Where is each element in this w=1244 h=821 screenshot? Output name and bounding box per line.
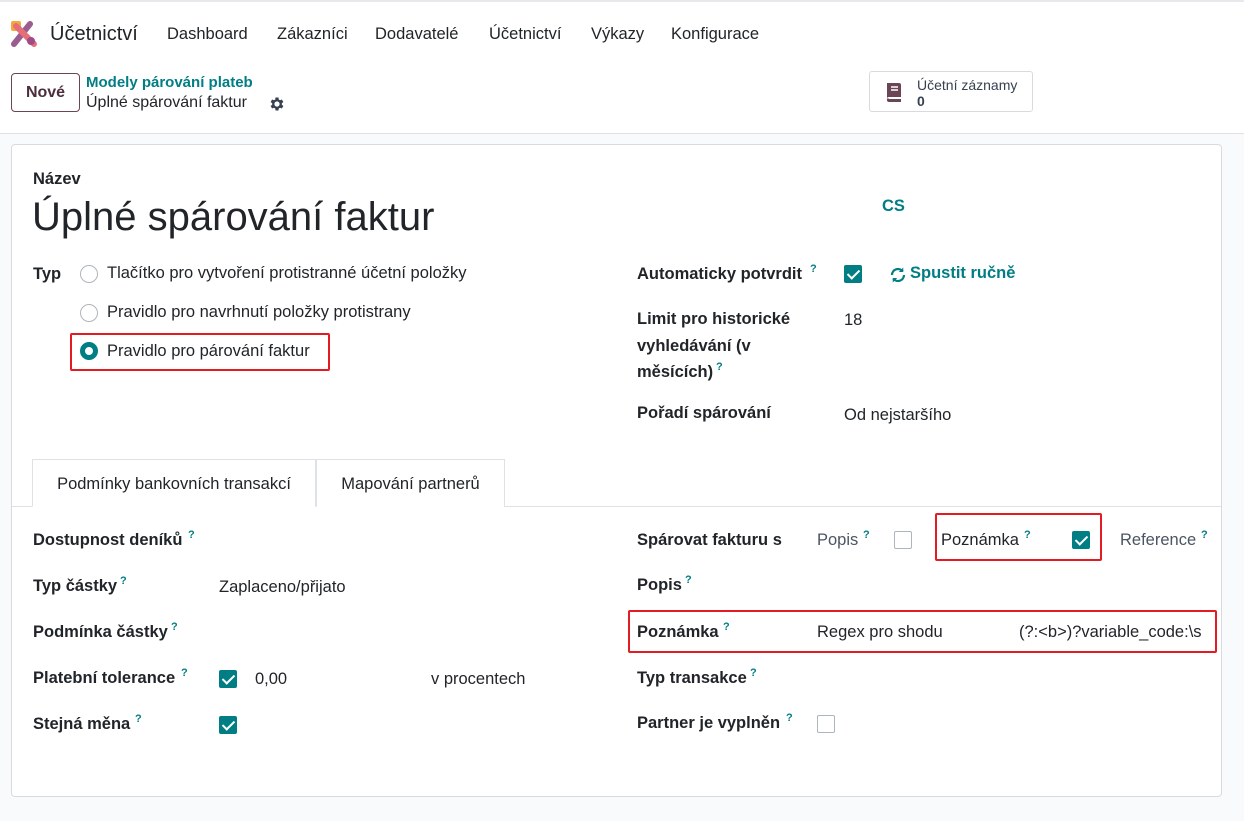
gear-icon[interactable]	[268, 95, 286, 113]
help-tooltip[interactable]: ?	[135, 713, 142, 725]
help-tooltip[interactable]: ?	[685, 574, 692, 586]
book-icon	[886, 83, 901, 102]
type-radio-suggestion[interactable]	[80, 304, 98, 322]
language-button[interactable]: CS	[882, 197, 905, 216]
help-tooltip[interactable]: ?	[120, 575, 127, 587]
help-tooltip[interactable]: ?	[810, 263, 817, 275]
menu-vendors[interactable]: Dodavatelé	[375, 25, 458, 44]
top-navbar: Účetnictví Dashboard Zákazníci Dodavatel…	[0, 0, 1244, 64]
amount-type-label: Typ částky	[33, 577, 118, 595]
same-currency-checkbox[interactable]	[219, 716, 237, 734]
accounting-app-icon[interactable]	[10, 20, 38, 48]
highlight-box	[935, 513, 1102, 561]
type-option-label: Tlačítko pro vytvoření protistranné účet…	[107, 264, 467, 282]
payment-tolerance-value[interactable]: 0,00	[255, 670, 287, 689]
description-label: Popis	[637, 576, 682, 594]
help-tooltip[interactable]: ?	[750, 667, 757, 679]
run-manually-button[interactable]: Spustit ručně	[910, 264, 1015, 283]
same-currency-label: Stejná měna	[33, 715, 131, 733]
breadcrumb-current: Úplné spárování faktur	[86, 94, 247, 111]
app-brand[interactable]: Účetnictví	[50, 23, 138, 46]
history-limit-value[interactable]: 18	[844, 311, 862, 330]
menu-configuration[interactable]: Konfigurace	[671, 25, 759, 44]
help-tooltip[interactable]: ?	[181, 667, 188, 679]
journal-availability-label: Dostupnost deníků	[33, 531, 183, 549]
smart-button-label: Účetní záznamy	[917, 77, 1018, 93]
payment-tolerance-checkbox[interactable]	[219, 670, 237, 688]
refresh-icon[interactable]	[889, 266, 907, 284]
payment-tolerance-label: Platební tolerance	[33, 669, 176, 687]
highlight-box	[70, 333, 330, 371]
help-tooltip[interactable]: ?	[188, 529, 195, 541]
name-label: Název	[33, 170, 81, 188]
type-label: Typ	[33, 265, 62, 283]
name-field[interactable]: Úplné spárování faktur	[32, 195, 434, 240]
help-tooltip[interactable]: ?	[863, 529, 870, 541]
tab-bank-conditions[interactable]: Podmínky bankovních transakcí	[32, 459, 316, 507]
type-radio-button-option[interactable]	[80, 265, 98, 283]
menu-customers[interactable]: Zákazníci	[277, 25, 348, 44]
help-tooltip[interactable]: ?	[786, 712, 793, 724]
help-tooltip[interactable]: ?	[171, 621, 178, 633]
help-tooltip[interactable]: ?	[1201, 529, 1208, 541]
amount-condition-label: Podmínka částky	[33, 623, 168, 641]
smart-button-count: 0	[917, 93, 925, 109]
menu-dashboard[interactable]: Dashboard	[167, 25, 248, 44]
new-button[interactable]: Nové	[11, 73, 80, 112]
history-limit-label: vyhledávání (v	[637, 337, 751, 355]
auto-confirm-label: Automaticky potvrdit	[637, 265, 803, 283]
partner-set-checkbox[interactable]	[817, 715, 835, 733]
partner-set-label: Partner je vyplněn	[637, 714, 781, 732]
highlight-box	[628, 610, 1217, 653]
match-reference-label: Reference	[1120, 531, 1197, 549]
history-limit-label: Limit pro historické	[637, 310, 791, 328]
match-invoice-label: Spárovat fakturu s	[637, 531, 782, 549]
history-limit-label: měsících)	[637, 363, 714, 381]
order-select[interactable]: Od nejstaršího	[844, 406, 951, 425]
amount-type-select[interactable]: Zaplaceno/přijato	[219, 578, 346, 597]
transaction-type-label: Typ transakce	[637, 669, 747, 687]
match-description-checkbox[interactable]	[894, 531, 912, 549]
tolerance-unit-select[interactable]: v procentech	[431, 670, 525, 689]
journal-items-smart-button[interactable]: Účetní záznamy 0	[869, 71, 1033, 112]
match-description-label: Popis	[817, 531, 859, 549]
auto-confirm-checkbox[interactable]	[844, 265, 862, 283]
menu-accounting[interactable]: Účetnictví	[489, 25, 561, 44]
order-label: Pořadí spárování	[637, 404, 771, 422]
breadcrumb-parent[interactable]: Modely párování plateb	[86, 74, 253, 91]
menu-reports[interactable]: Výkazy	[591, 25, 644, 44]
tab-partner-mapping[interactable]: Mapování partnerů	[316, 459, 505, 507]
type-option-label: Pravidlo pro navrhnutí položky protistra…	[107, 303, 411, 321]
help-tooltip[interactable]: ?	[716, 361, 723, 373]
